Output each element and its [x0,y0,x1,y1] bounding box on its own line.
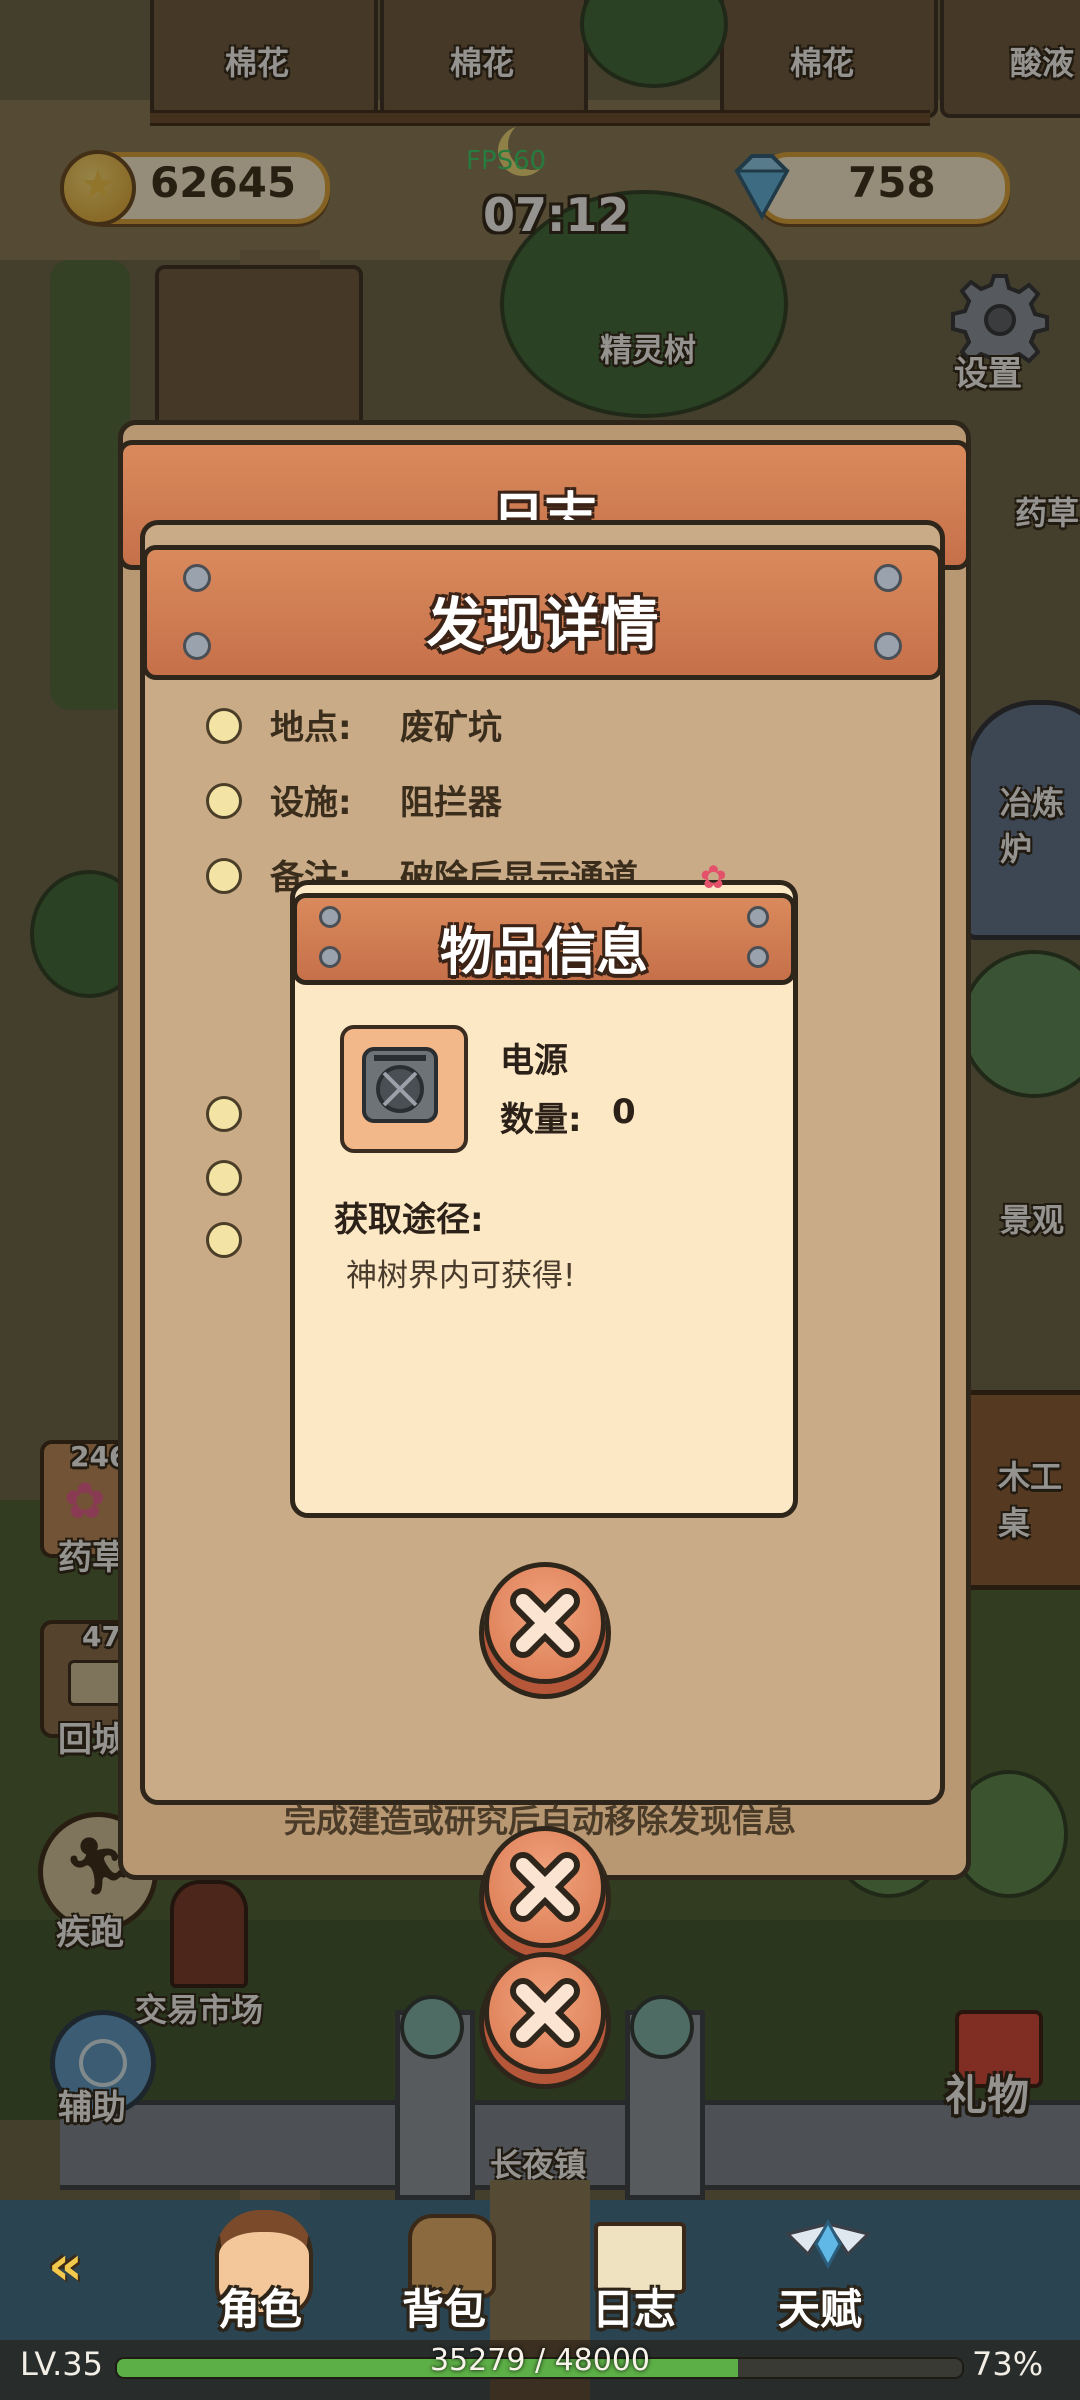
xp-text: 35279 / 48000 [429,2343,651,2378]
bulb-icon [206,858,242,894]
location-label: 地点: [270,708,352,748]
close-icon [510,1852,580,1922]
battery-percent: 73% [972,2345,1044,2383]
nav-journal-label: 日志 [592,2285,677,2334]
source-title: 获取途径: [334,1200,484,1240]
winged-gem-icon [780,2214,876,2284]
bulb-icon [206,1160,242,1196]
nav-talent[interactable]: 天赋 [770,2210,890,2334]
close-icon [510,1978,580,2048]
nav-backpack[interactable]: 背包 [390,2210,510,2334]
collapse-arrows-button[interactable]: « [48,2234,83,2297]
nav-character[interactable]: 角色 [200,2210,320,2334]
quantity-label: 数量: [500,1100,582,1140]
flower-icon: ✿ [700,858,727,896]
facility-label: 设施: [270,783,352,823]
nav-backpack-label: 背包 [402,2285,487,2334]
bulb-icon [206,783,242,819]
bulb-icon [206,1096,242,1132]
bulb-icon [206,708,242,744]
quantity-value: 0 [612,1092,636,1132]
power-supply-icon [362,1047,438,1123]
close-journal-button[interactable] [484,1952,606,2074]
location-value: 废矿坑 [400,708,502,748]
nav-journal[interactable]: 日志 [580,2210,700,2334]
discovery-header: 发现详情 [142,545,943,680]
discovery-title: 发现详情 [426,591,659,659]
bulb-icon [206,1222,242,1258]
source-text: 神树界内可获得! [346,1258,576,1294]
facility-value: 阻拦器 [400,783,502,823]
item-slot[interactable] [340,1025,468,1153]
close-icon [510,1588,580,1658]
close-item-popup-button[interactable] [484,1562,606,1684]
close-discovery-button[interactable] [484,1826,606,1948]
item-info-title: 物品信息 [439,923,648,983]
item-info-header: 物品信息 [292,893,796,985]
nav-character-label: 角色 [218,2285,303,2334]
nav-talent-label: 天赋 [778,2285,863,2334]
item-name: 电源 [500,1041,568,1081]
